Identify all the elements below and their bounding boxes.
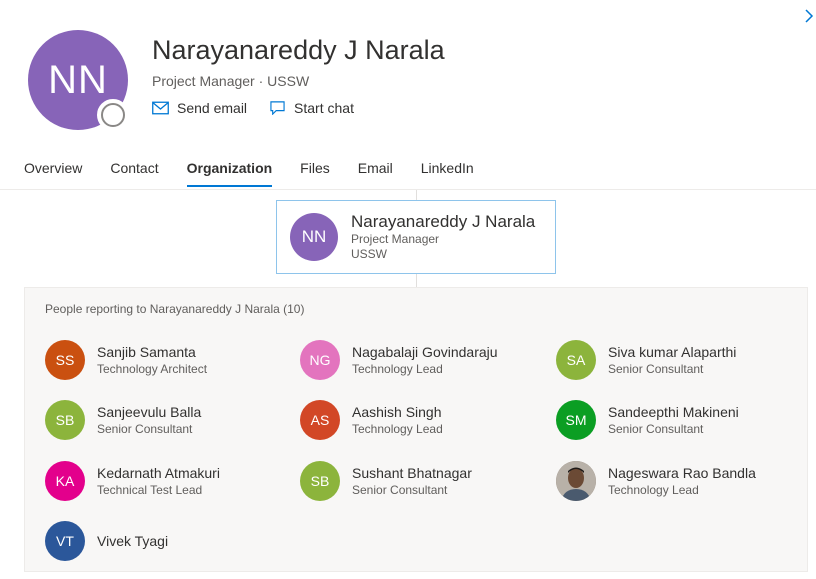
avatar: SB — [45, 400, 85, 440]
start-chat-button[interactable]: Start chat — [269, 100, 354, 116]
send-email-button[interactable]: Send email — [152, 100, 247, 116]
avatar: SA — [556, 340, 596, 380]
tab-overview[interactable]: Overview — [24, 160, 82, 185]
direct-report-item[interactable]: SB Sanjeevulu Balla Senior Consultant — [45, 398, 285, 442]
mail-icon — [152, 101, 169, 115]
avatar: KA — [45, 461, 85, 501]
manager-card[interactable]: NN Narayanareddy J Narala Project Manage… — [276, 200, 556, 274]
direct-report-item[interactable]: SS Sanjib Samanta Technology Architect — [45, 338, 285, 382]
tab-email[interactable]: Email — [358, 160, 393, 185]
direct-reports-panel: People reporting to Narayanareddy J Nara… — [24, 287, 808, 572]
chat-icon — [270, 101, 285, 115]
person-title: Senior Consultant — [608, 421, 704, 436]
tab-organization[interactable]: Organization — [186, 160, 272, 187]
person-title: Technology Lead — [352, 361, 443, 376]
person-name: Aashish Singh — [352, 403, 442, 420]
direct-report-item[interactable]: SA Siva kumar Alaparthi Senior Consultant — [556, 338, 796, 382]
manager-department: USSW — [351, 247, 387, 261]
direct-report-item[interactable]: SM Sandeepthi Makineni Senior Consultant — [556, 398, 796, 442]
person-name: Sushant Bhatnagar — [352, 464, 472, 481]
manager-name: Narayanareddy J Narala — [351, 212, 536, 231]
profile-subtitle: Project Manager · USSW — [152, 73, 310, 89]
person-name: Sandeepthi Makineni — [608, 403, 739, 420]
direct-report-item[interactable]: SB Sushant Bhatnagar Senior Consultant — [300, 459, 540, 503]
avatar: VT — [45, 521, 85, 561]
person-title: Senior Consultant — [608, 361, 704, 376]
avatar: SM — [556, 400, 596, 440]
direct-reports-heading: People reporting to Narayanareddy J Nara… — [45, 302, 305, 316]
person-title: Technology Architect — [97, 361, 208, 376]
avatar: SB — [300, 461, 340, 501]
direct-report-item[interactable]: NG Nagabalaji Govindaraju Technology Lead — [300, 338, 540, 382]
avatar-photo — [556, 461, 596, 501]
person-name: Sanjeevulu Balla — [97, 403, 202, 420]
presence-status-icon — [97, 99, 129, 131]
manager-title: Project Manager — [351, 232, 440, 246]
person-name: Nagabalaji Govindaraju — [352, 343, 498, 360]
tab-divider — [0, 189, 816, 190]
send-email-label: Send email — [177, 100, 248, 116]
direct-report-item[interactable]: VT Vivek Tyagi — [45, 519, 285, 563]
profile-header: NN Narayanareddy J Narala Project Manage… — [0, 0, 816, 150]
person-name: Siva kumar Alaparthi — [608, 343, 737, 360]
person-name: Nageswara Rao Bandla — [608, 464, 756, 481]
start-chat-label: Start chat — [294, 100, 354, 116]
avatar: AS — [300, 400, 340, 440]
person-title: Technology Lead — [352, 421, 443, 436]
person-title: Technology Lead — [608, 482, 699, 497]
person-name: Kedarnath Atmakuri — [97, 464, 220, 481]
profile-name: Narayanareddy J Narala — [152, 35, 445, 65]
direct-report-item[interactable]: KA Kedarnath Atmakuri Technical Test Lead — [45, 459, 285, 503]
person-title: Senior Consultant — [352, 482, 448, 497]
avatar: SS — [45, 340, 85, 380]
tab-linkedin[interactable]: LinkedIn — [421, 160, 474, 185]
person-name: Vivek Tyagi — [97, 532, 169, 549]
tab-files[interactable]: Files — [300, 160, 330, 185]
direct-report-item[interactable]: AS Aashish Singh Technology Lead — [300, 398, 540, 442]
person-title: Technical Test Lead — [97, 482, 203, 497]
profile-tabs: Overview Contact Organization Files Emai… — [24, 160, 474, 187]
person-title: Senior Consultant — [97, 421, 193, 436]
person-name: Sanjib Samanta — [97, 343, 196, 360]
tab-contact[interactable]: Contact — [110, 160, 158, 185]
direct-report-item[interactable]: Nageswara Rao Bandla Technology Lead — [556, 459, 796, 503]
manager-avatar: NN — [290, 213, 338, 261]
avatar: NG — [300, 340, 340, 380]
